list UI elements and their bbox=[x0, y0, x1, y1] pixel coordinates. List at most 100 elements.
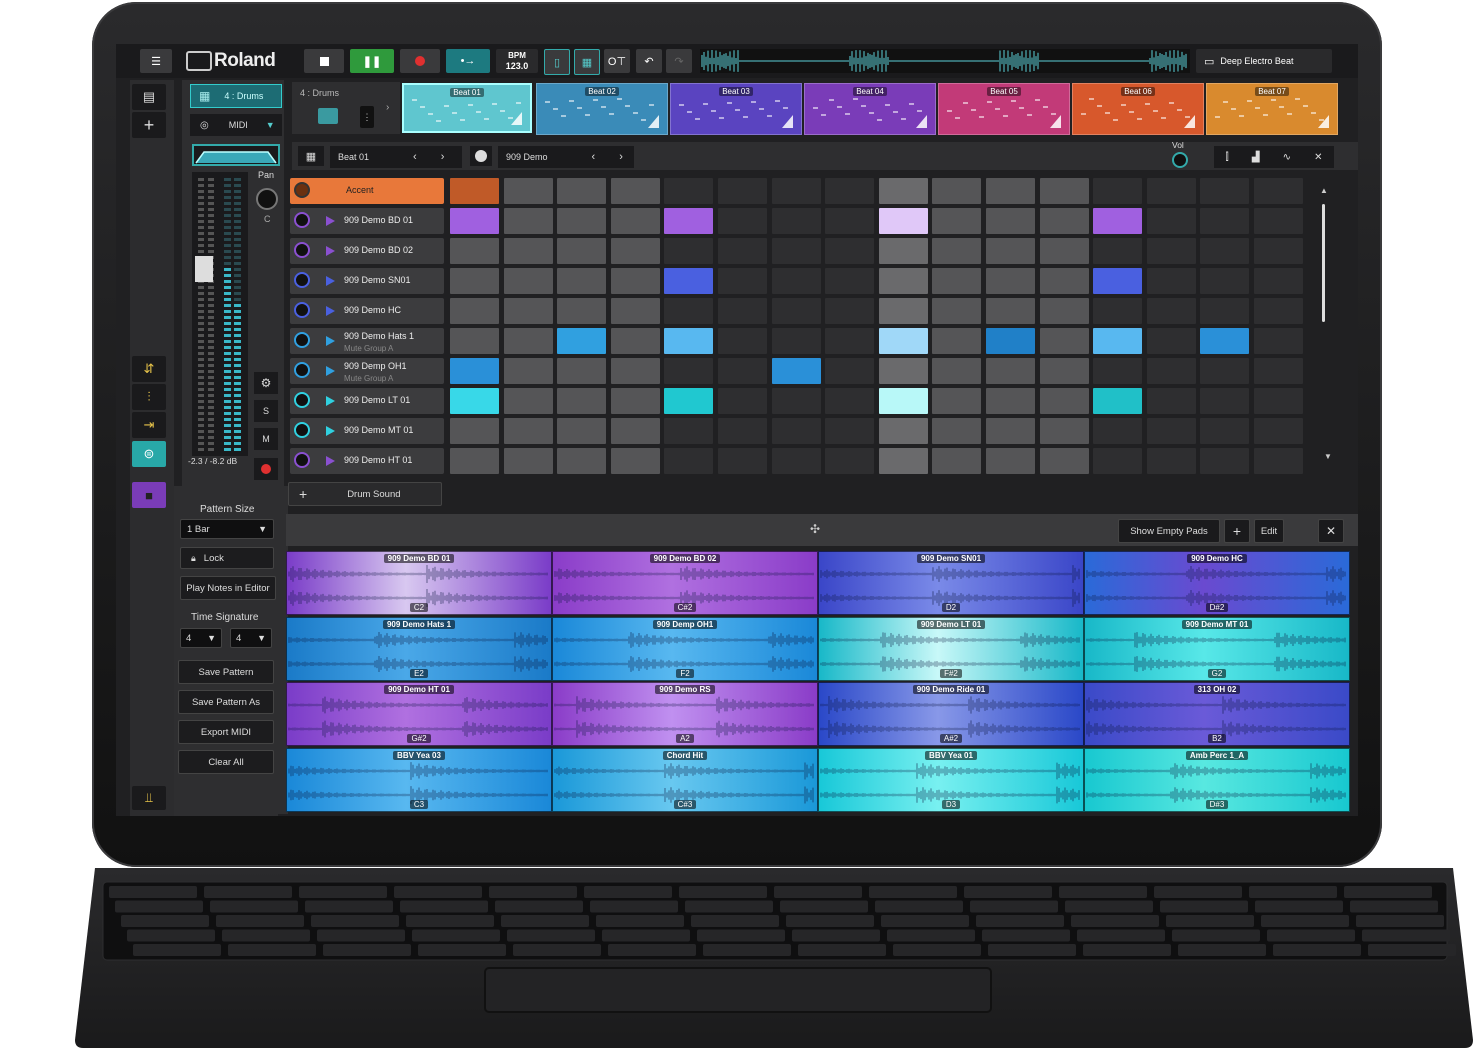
step-cell[interactable] bbox=[503, 418, 553, 444]
pattern-button[interactable]: ■ bbox=[132, 482, 166, 508]
step-cell[interactable] bbox=[450, 298, 499, 324]
kit-selector[interactable]: 909 Demo ‹ › bbox=[498, 146, 634, 168]
chevron-right-icon[interactable]: › bbox=[441, 151, 445, 163]
step-cell[interactable] bbox=[1093, 298, 1143, 324]
step-cell[interactable] bbox=[1200, 238, 1250, 264]
drum-pad[interactable]: 909 Demo Ride 01 A#2 bbox=[818, 682, 1084, 746]
accent-knob[interactable] bbox=[294, 182, 310, 198]
play-icon[interactable] bbox=[326, 306, 335, 316]
effects-button[interactable]: ⫶ bbox=[132, 384, 166, 410]
grid-scrollbar[interactable] bbox=[1322, 204, 1325, 322]
step-cell[interactable] bbox=[932, 238, 982, 264]
step-cell[interactable] bbox=[718, 238, 767, 264]
step-cell[interactable] bbox=[986, 418, 1035, 444]
step-cell[interactable] bbox=[878, 418, 928, 444]
step-cell[interactable] bbox=[450, 268, 499, 294]
stop-button[interactable] bbox=[304, 49, 344, 73]
drum-volume-knob[interactable] bbox=[294, 452, 310, 468]
step-cell[interactable] bbox=[1093, 268, 1143, 294]
key-button[interactable]: O⊤ bbox=[604, 49, 630, 73]
step-cell[interactable] bbox=[1200, 268, 1250, 294]
step-cell[interactable] bbox=[771, 328, 821, 354]
step-cell[interactable] bbox=[664, 238, 714, 264]
drum-pad[interactable]: 909 Demo BD 02 C#2 bbox=[552, 551, 818, 615]
solo-button[interactable]: S bbox=[254, 400, 278, 422]
velocity-icon[interactable]: ▟ bbox=[1252, 152, 1260, 163]
step-cell[interactable] bbox=[450, 178, 499, 204]
step-cell[interactable] bbox=[878, 448, 928, 474]
redo-button[interactable]: ↷ bbox=[666, 49, 692, 73]
step-cell[interactable] bbox=[1146, 268, 1196, 294]
step-cell[interactable] bbox=[825, 388, 875, 414]
step-cell[interactable] bbox=[825, 448, 875, 474]
step-cell[interactable] bbox=[1146, 298, 1196, 324]
loop-button[interactable]: •→ bbox=[446, 49, 490, 73]
step-cell[interactable] bbox=[610, 298, 660, 324]
step-cell[interactable] bbox=[932, 328, 982, 354]
step-cell[interactable] bbox=[771, 178, 821, 204]
settings-mixer-button[interactable]: ⫫ bbox=[132, 786, 166, 810]
song-overview-waveform[interactable] bbox=[700, 49, 1190, 73]
step-cell[interactable] bbox=[932, 208, 982, 234]
step-cell[interactable] bbox=[986, 358, 1035, 384]
step-cell[interactable] bbox=[1039, 298, 1089, 324]
step-cell[interactable] bbox=[1200, 298, 1250, 324]
step-cell[interactable] bbox=[1146, 448, 1196, 474]
step-cell[interactable] bbox=[718, 388, 767, 414]
step-cell[interactable] bbox=[610, 268, 660, 294]
drum-editor-button[interactable]: ⊜ bbox=[132, 441, 166, 467]
step-cell[interactable] bbox=[503, 178, 553, 204]
drum-row[interactable]: 909 Demo BD 01 bbox=[290, 208, 444, 234]
step-cell[interactable] bbox=[557, 328, 607, 354]
step-cell[interactable] bbox=[1254, 328, 1303, 354]
step-cell[interactable] bbox=[718, 328, 767, 354]
drum-volume-knob[interactable] bbox=[294, 422, 310, 438]
drum-pad[interactable]: BBV Yea 03 C3 bbox=[286, 747, 552, 812]
step-cell[interactable] bbox=[1093, 358, 1143, 384]
step-cell[interactable] bbox=[1200, 388, 1250, 414]
step-cell[interactable] bbox=[557, 238, 607, 264]
add-track-button[interactable]: + bbox=[132, 112, 166, 138]
step-cell[interactable] bbox=[878, 298, 928, 324]
play-icon[interactable] bbox=[326, 396, 335, 406]
step-cell[interactable] bbox=[878, 208, 928, 234]
scroll-up-icon[interactable]: ▲ bbox=[1320, 186, 1328, 195]
drum-pad[interactable]: 909 Demo LT 01 F#2 bbox=[818, 616, 1084, 681]
step-cell[interactable] bbox=[1039, 328, 1089, 354]
play-triangle-icon[interactable] bbox=[916, 115, 927, 128]
step-cell[interactable] bbox=[932, 388, 982, 414]
drum-row[interactable]: 909 Demo MT 01 bbox=[290, 418, 444, 444]
step-cell[interactable] bbox=[986, 328, 1035, 354]
drum-row[interactable]: 909 Demo HC bbox=[290, 298, 444, 324]
step-cell[interactable] bbox=[932, 448, 982, 474]
pattern-slot[interactable]: Beat 01 bbox=[402, 83, 532, 133]
automation-icon[interactable]: ∿ bbox=[1283, 152, 1291, 163]
record-arm-button[interactable] bbox=[254, 458, 278, 480]
step-cell[interactable] bbox=[1039, 268, 1089, 294]
play-triangle-icon[interactable] bbox=[511, 112, 522, 125]
play-icon[interactable] bbox=[326, 216, 335, 226]
drum-pad[interactable]: Amb Perc 1_A D#3 bbox=[1084, 747, 1350, 812]
step-cell[interactable] bbox=[450, 448, 499, 474]
step-cell[interactable] bbox=[503, 388, 553, 414]
drum-volume-knob[interactable] bbox=[294, 332, 310, 348]
track-input-selector[interactable]: ◎ MIDI ▼ bbox=[190, 114, 282, 136]
step-cell[interactable] bbox=[718, 268, 767, 294]
fader-handle[interactable] bbox=[195, 256, 213, 282]
pattern-slot[interactable]: Beat 05 bbox=[938, 83, 1070, 135]
step-cell[interactable] bbox=[1254, 448, 1303, 474]
step-cell[interactable] bbox=[1200, 178, 1250, 204]
resize-handle-icon[interactable]: ✣ bbox=[810, 522, 820, 536]
step-cell[interactable] bbox=[450, 208, 499, 234]
step-cell[interactable] bbox=[557, 448, 607, 474]
step-cell[interactable] bbox=[986, 448, 1035, 474]
step-cell[interactable] bbox=[932, 418, 982, 444]
step-cell[interactable] bbox=[718, 358, 767, 384]
drum-volume-knob[interactable] bbox=[294, 272, 310, 288]
step-cell[interactable] bbox=[1200, 328, 1250, 354]
scroll-down-icon[interactable]: ▼ bbox=[1324, 452, 1332, 461]
drum-pad[interactable]: 909 Demo Hats 1 E2 bbox=[286, 616, 552, 681]
drum-volume-knob[interactable] bbox=[294, 302, 310, 318]
step-cell[interactable] bbox=[825, 178, 875, 204]
pattern-slot[interactable]: Beat 07 bbox=[1206, 83, 1338, 135]
